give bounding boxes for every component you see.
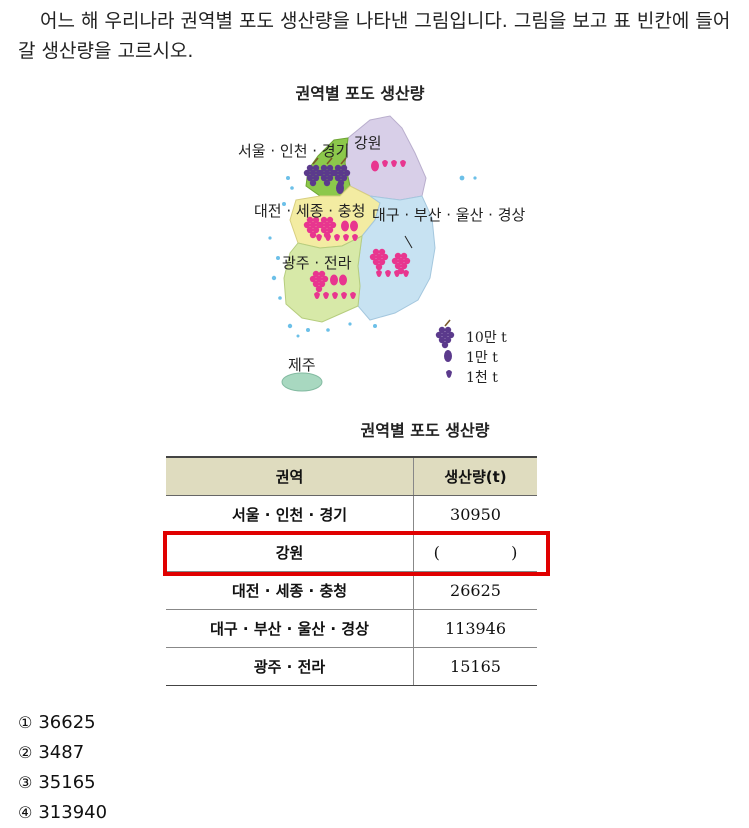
header-region: 권역 bbox=[166, 456, 414, 496]
korea-map: 서울 · 인천 · 경기 강원 대전 · 세종 · 충청 대구 · 부산 · 울… bbox=[238, 115, 526, 392]
table-row: 광주 · 전라 15165 bbox=[166, 647, 537, 686]
option-number: ③ bbox=[18, 773, 33, 792]
answer-options: ① 36625 ② 3487 ③ 35165 ④ 313940 bbox=[18, 708, 107, 828]
option-4[interactable]: ④ 313940 bbox=[18, 798, 107, 828]
label-gyeonggi: 서울 · 인천 · 경기 bbox=[238, 142, 349, 160]
label-jeju: 제주 bbox=[288, 356, 316, 374]
table-row: 강원 ( ) bbox=[166, 533, 537, 572]
production-table: 권역 생산량(t) 서울 · 인천 · 경기 30950 강원 ( ) 대전 ·… bbox=[166, 456, 537, 686]
cell-value: 15165 bbox=[413, 647, 537, 686]
question-text: 어느 해 우리나라 권역별 포도 생산량을 나타낸 그림입니다. 그림을 보고 … bbox=[18, 10, 731, 62]
cell-region: 대구 · 부산 · 울산 · 경상 bbox=[166, 609, 414, 648]
label-gangwon: 강원 bbox=[354, 134, 382, 152]
cell-region: 광주 · 전라 bbox=[166, 647, 414, 686]
cell-value: 26625 bbox=[413, 571, 537, 610]
label-jeolla: 광주 · 전라 bbox=[282, 254, 352, 272]
map-legend: 10만 t 1만 t 1천 t bbox=[434, 319, 507, 386]
cell-region: 대전 · 세종 · 충청 bbox=[166, 571, 414, 610]
header-production: 생산량(t) bbox=[413, 456, 537, 496]
label-chungcheong: 대전 · 세종 · 충청 bbox=[254, 202, 365, 220]
table-title: 권역별 포도 생산량 bbox=[360, 421, 490, 440]
label-gyeongsang: 대구 · 부산 · 울산 · 경상 bbox=[372, 206, 526, 224]
table-row: 대구 · 부산 · 울산 · 경상 113946 bbox=[166, 609, 537, 648]
table-row: 서울 · 인천 · 경기 30950 bbox=[166, 495, 537, 534]
option-number: ① bbox=[18, 713, 33, 732]
option-2[interactable]: ② 3487 bbox=[18, 738, 107, 768]
option-number: ② bbox=[18, 743, 33, 762]
cell-value: 30950 bbox=[413, 495, 537, 534]
option-3[interactable]: ③ 35165 bbox=[18, 768, 107, 798]
legend-10man: 10만 t bbox=[466, 330, 507, 346]
option-text: 36625 bbox=[38, 712, 96, 733]
region-gangwon bbox=[344, 115, 427, 201]
table-header-row: 권역 생산량(t) bbox=[166, 456, 537, 496]
option-text: 3487 bbox=[38, 742, 85, 763]
cell-region: 강원 bbox=[166, 533, 414, 572]
option-text: 35165 bbox=[38, 772, 96, 793]
cell-region: 서울 · 인천 · 경기 bbox=[166, 495, 414, 534]
legend-1man: 1만 t bbox=[466, 350, 498, 366]
option-number: ④ bbox=[18, 803, 33, 822]
map-title: 권역별 포도 생산량 bbox=[295, 84, 425, 103]
cell-value-blank: ( ) bbox=[413, 533, 537, 572]
legend-1cheon: 1천 t bbox=[466, 370, 498, 386]
option-1[interactable]: ① 36625 bbox=[18, 708, 107, 738]
table-row: 대전 · 세종 · 충청 26625 bbox=[166, 571, 537, 610]
region-jeju bbox=[281, 372, 323, 392]
option-text: 313940 bbox=[38, 802, 108, 823]
cell-value: 113946 bbox=[413, 609, 537, 648]
